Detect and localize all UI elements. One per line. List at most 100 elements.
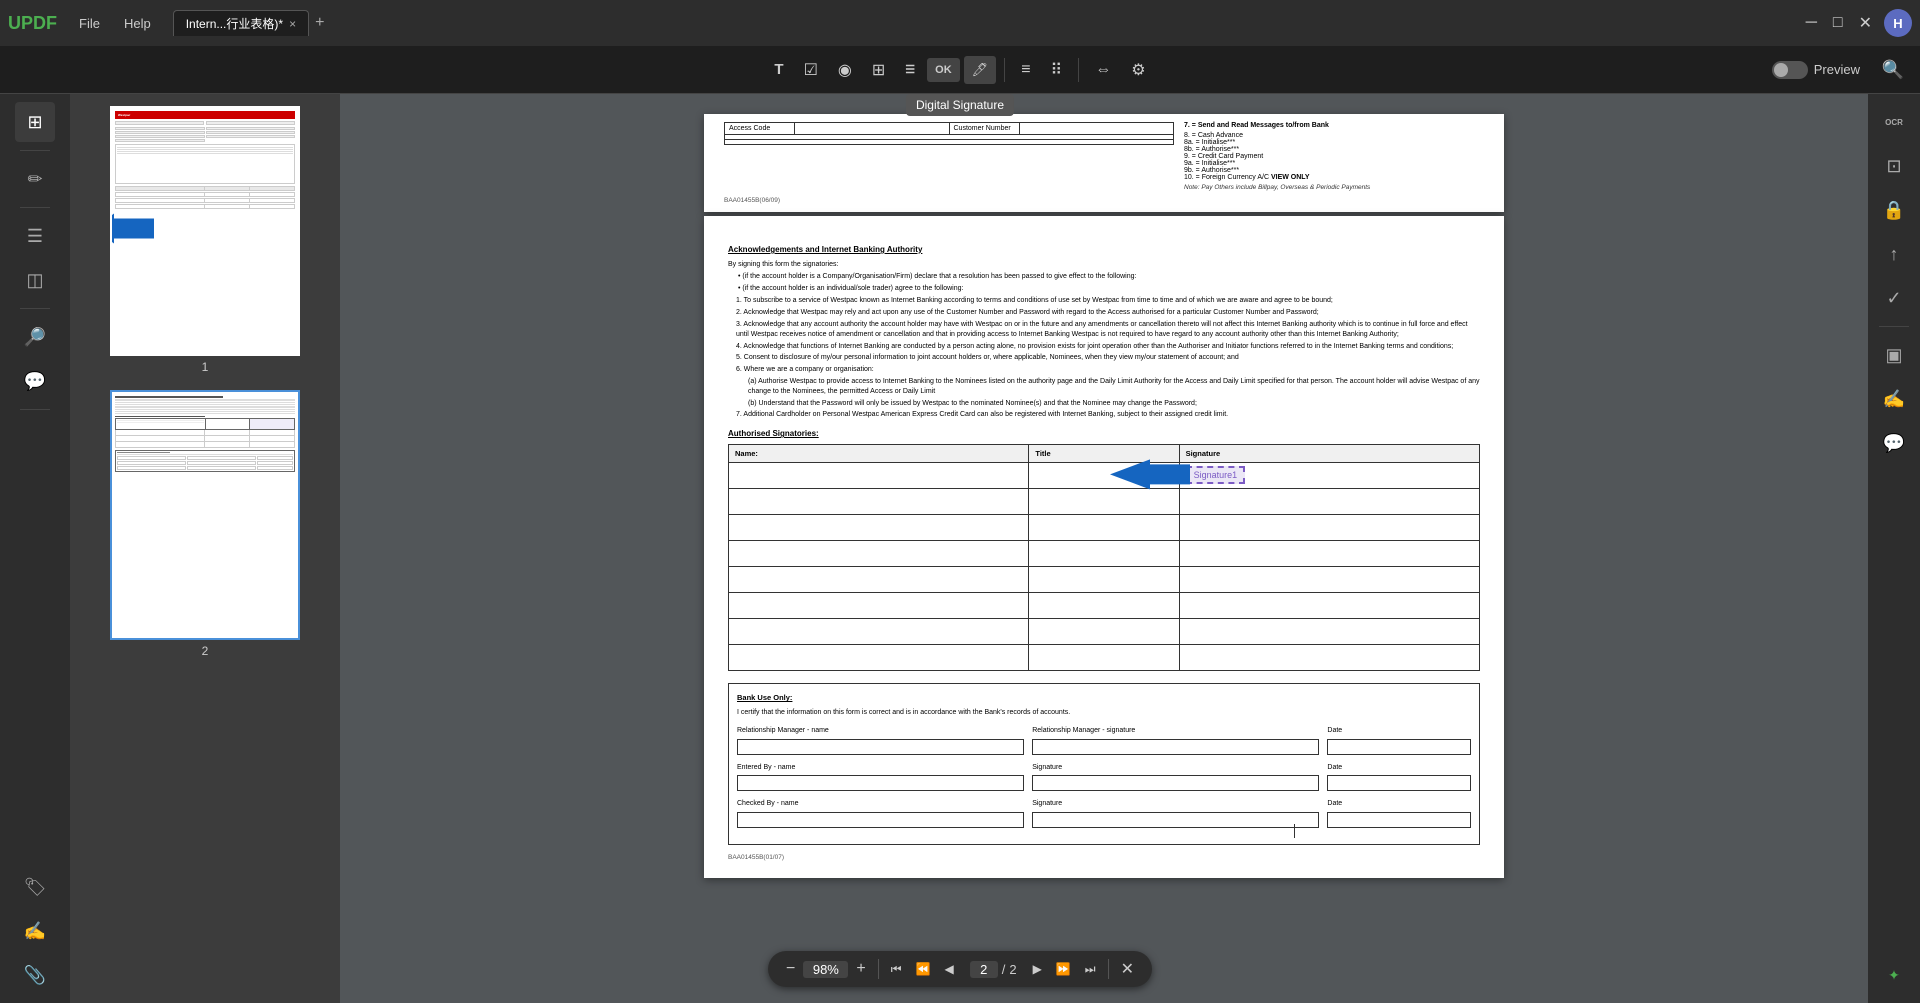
- align-icon: ⇔: [1095, 61, 1111, 79]
- sidebar-attachment-icon[interactable]: 📎: [15, 955, 55, 995]
- page-next-double-button[interactable]: ⏩: [1050, 958, 1077, 980]
- top-bar: UPDF File Help Intern...行业表格)* × + ─ □ ✕…: [0, 0, 1920, 46]
- page-prev-button[interactable]: ◀: [938, 958, 959, 980]
- ok-tool-button[interactable]: OK: [927, 58, 960, 82]
- align-tool-button[interactable]: ⇔: [1087, 55, 1119, 85]
- acknowledgements-section: Acknowledgements and Internet Banking Au…: [728, 244, 1480, 420]
- rm-date-group: Date: [1327, 726, 1471, 755]
- checked-by-sig-label: Signature: [1032, 799, 1319, 810]
- toolbar-separator-2: [1078, 58, 1079, 82]
- entered-by-name-group: Entered By - name: [737, 763, 1024, 792]
- checkbox-tool-button[interactable]: ☑: [796, 54, 826, 86]
- sig-cell-3: [1179, 515, 1479, 541]
- user-avatar[interactable]: H: [1884, 9, 1912, 37]
- rm-sig-input[interactable]: [1032, 739, 1319, 755]
- minimize-button[interactable]: ─: [1802, 10, 1821, 36]
- table-row: [729, 645, 1480, 671]
- entered-by-sig-group: Signature: [1032, 763, 1319, 792]
- page-first-button[interactable]: ⏮: [885, 958, 908, 981]
- new-tab-button[interactable]: +: [309, 14, 330, 32]
- radio-tool-button[interactable]: ◉: [830, 54, 860, 86]
- ack-item-6b: (b) Understand that the Password will on…: [736, 399, 1480, 409]
- thumbnail-page-2[interactable]: 2: [110, 390, 300, 658]
- thumbnail-panel: Westpac: [70, 94, 340, 1003]
- checked-by-sig-input[interactable]: [1032, 812, 1319, 828]
- page-next-button[interactable]: ▶: [1027, 958, 1048, 980]
- list-tool-button[interactable]: ☰: [897, 57, 923, 82]
- bottom-separator-1: [878, 959, 879, 979]
- sidebar-search-icon[interactable]: 🔎: [15, 317, 55, 357]
- content-area[interactable]: Access Code Customer Number: [340, 94, 1868, 1003]
- file-menu[interactable]: File: [69, 12, 110, 35]
- table-row: [729, 619, 1480, 645]
- entered-by-name-label: Entered By - name: [737, 763, 1024, 774]
- close-bottom-button[interactable]: ✕: [1115, 955, 1140, 983]
- entered-by-sig-input[interactable]: [1032, 775, 1319, 791]
- grid-view-button[interactable]: ⠿: [1043, 54, 1071, 86]
- close-button[interactable]: ✕: [1855, 9, 1876, 37]
- thumbnail-page-1-label: 1: [202, 360, 209, 374]
- right-chat-icon[interactable]: 💬: [1874, 423, 1914, 463]
- right-export-icon[interactable]: ↑: [1874, 234, 1914, 274]
- right-check-icon[interactable]: ✓: [1874, 278, 1914, 318]
- name-cell-5: [729, 567, 1029, 593]
- entered-by-name-input[interactable]: [737, 775, 1024, 791]
- zoom-in-button[interactable]: +: [850, 956, 871, 982]
- sidebar-comments-icon[interactable]: 💬: [15, 361, 55, 401]
- right-compress-icon[interactable]: ⊡: [1874, 146, 1914, 186]
- sidebar-stamp-icon[interactable]: 🏷: [15, 867, 55, 907]
- settings-tool-button[interactable]: ⚙: [1123, 54, 1153, 86]
- bank-certify-text: I certify that the information on this f…: [737, 708, 1471, 719]
- help-menu[interactable]: Help: [114, 12, 161, 35]
- tab-close-button[interactable]: ×: [289, 17, 296, 31]
- zoom-out-button[interactable]: −: [780, 956, 801, 982]
- page-prev-double-button[interactable]: ⏪: [910, 958, 937, 980]
- rm-date-input[interactable]: [1327, 739, 1471, 755]
- signatories-table: Name: Title Signature: [728, 444, 1480, 671]
- right-sidebar: OCR ⊡ 🔒 ↑ ✓ ▣ ✍ 💬 ✦: [1868, 94, 1920, 1003]
- title-cell-3: [1029, 515, 1179, 541]
- title-cell-6: [1029, 593, 1179, 619]
- checked-by-date-input[interactable]: [1327, 812, 1471, 828]
- text-tool-button[interactable]: T: [766, 55, 791, 84]
- checked-by-name-input[interactable]: [737, 812, 1024, 828]
- right-ocr-icon[interactable]: OCR: [1874, 102, 1914, 142]
- thumbnail-page-1-image: Westpac: [110, 106, 300, 356]
- right-sign-icon[interactable]: ✍: [1874, 379, 1914, 419]
- preview-toggle-switch[interactable]: [1772, 61, 1808, 79]
- maximize-button[interactable]: □: [1829, 10, 1847, 36]
- ack-intro: By signing this form the signatories:: [728, 260, 1480, 270]
- right-protect-icon[interactable]: 🔒: [1874, 190, 1914, 230]
- table-tool-button[interactable]: ⊞: [864, 54, 893, 86]
- ack-item-5: 5. Consent to disclosure of my/our perso…: [736, 353, 1480, 363]
- top-right-controls: ─ □ ✕ H: [1802, 9, 1912, 37]
- sidebar-list-icon[interactable]: ☰: [15, 216, 55, 256]
- thumbnail-page-1[interactable]: Westpac: [110, 106, 300, 374]
- table-row: [729, 515, 1480, 541]
- digital-sig-button[interactable]: 🖊: [964, 56, 997, 84]
- zoom-level-input[interactable]: [803, 961, 848, 978]
- entered-by-date-input[interactable]: [1327, 775, 1471, 791]
- name-cell-3: [729, 515, 1029, 541]
- page-last-button[interactable]: ⏭: [1079, 958, 1102, 981]
- tool-extra-1[interactable]: ≡: [1013, 55, 1038, 85]
- sidebar-pages-icon[interactable]: ⊞: [15, 102, 55, 142]
- file-code-2: BAA01455B(01/07): [728, 853, 1480, 863]
- sidebar-sign-icon[interactable]: ✍: [15, 911, 55, 951]
- sidebar-edit-icon[interactable]: ✏: [15, 159, 55, 199]
- rm-name-input[interactable]: [737, 739, 1024, 755]
- updf-ai-icon[interactable]: ✦: [1874, 955, 1914, 995]
- sidebar-divider-1: [20, 150, 50, 151]
- right-layout-icon[interactable]: ▣: [1874, 335, 1914, 375]
- tab-area: Intern...行业表格)* × +: [173, 10, 1798, 36]
- preview-toggle[interactable]: Preview: [1772, 61, 1860, 79]
- main-area: ⊞ ✏ ☰ ◫ 🔎 💬 🏷 ✍ 📎 Westpac: [0, 94, 1920, 1003]
- bank-use-title: Bank Use Only:: [737, 692, 1471, 703]
- active-tab[interactable]: Intern...行业表格)* ×: [173, 10, 309, 36]
- grid-view-icon: ⠿: [1051, 60, 1063, 80]
- sidebar-layers-icon[interactable]: ◫: [15, 260, 55, 300]
- ack-item-7: 7. Additional Cardholder on Personal Wes…: [736, 410, 1480, 420]
- current-page-input[interactable]: [970, 961, 998, 978]
- signature1-label: Signature1: [1186, 466, 1246, 484]
- search-button[interactable]: 🔍: [1882, 59, 1904, 80]
